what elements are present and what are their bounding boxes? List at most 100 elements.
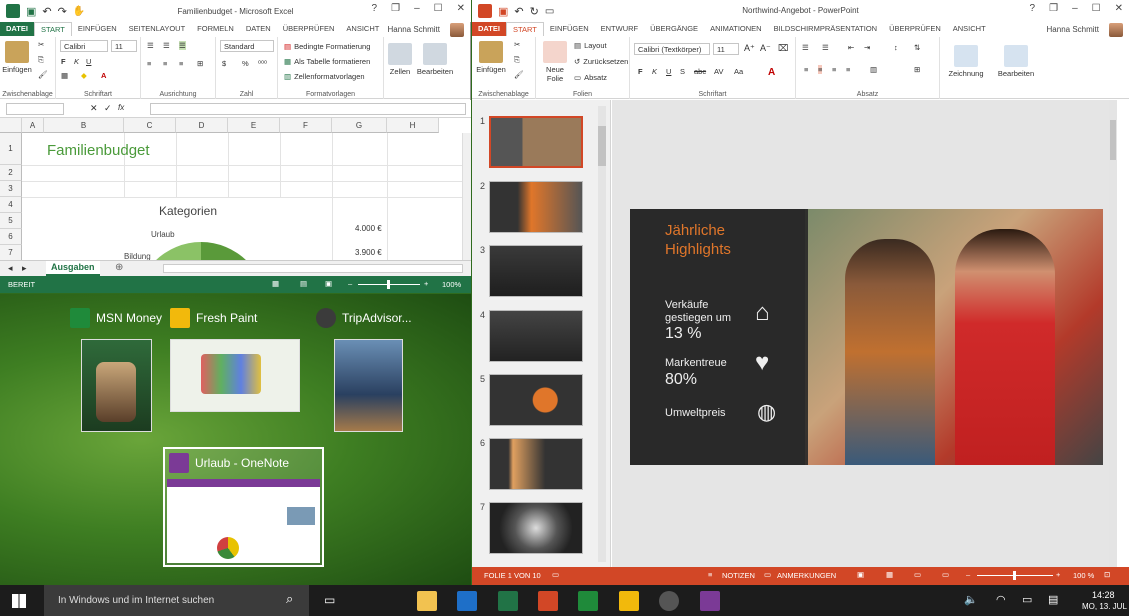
horizontal-scrollbar[interactable] [163,264,463,273]
drawing-button[interactable]: Zeichnung [944,45,988,78]
zoom-out-icon[interactable]: – [348,279,352,288]
format-as-table-button[interactable]: ▦ Als Tabelle formatieren [284,57,370,66]
save-icon[interactable]: ▣ [26,5,36,18]
save-icon[interactable]: ▣ [498,5,508,18]
slide-thumbnail-pane[interactable]: 1 2 3 4 5 6 7 [472,100,611,567]
fill-color-icon[interactable]: ◆ [81,71,87,80]
cut-icon[interactable]: ✂ [38,40,44,49]
number-format-select[interactable]: Standard [220,40,274,52]
zoom-level[interactable]: 100% [442,280,461,289]
page-break-icon[interactable]: ▣ [325,279,332,288]
row-header[interactable]: 6 [0,229,22,245]
grow-font-icon[interactable]: A⁺ [744,43,755,54]
task-view-icon[interactable]: ▭ [324,593,335,607]
app-label-tripadvisor[interactable]: TripAdvisor... [316,308,412,328]
align-top-icon[interactable]: ☰ [147,41,154,50]
tab-uebergaenge[interactable]: ÜBERGÄNGE [644,22,704,36]
columns-icon[interactable]: ▥ [870,65,877,74]
justify-icon[interactable]: ≡ [846,65,850,74]
row-header[interactable]: 1 [0,133,22,165]
font-color-icon[interactable]: A [101,71,106,80]
bold-icon[interactable]: F [61,57,66,66]
network-icon[interactable]: ◠ [996,593,1006,606]
help-button[interactable]: ? [1030,3,1036,14]
undo-icon[interactable]: ↶ [514,5,523,18]
file-explorer-icon[interactable] [417,591,437,611]
notifications-icon[interactable]: ▤ [1048,593,1058,606]
percent-icon[interactable]: % [242,59,249,68]
tab-seitenlayout[interactable]: SEITENLAYOUT [123,22,192,36]
comments-icon[interactable]: ▭ [764,570,771,579]
ribbon-display-button[interactable]: ❐ [391,3,400,14]
align-center-icon[interactable]: ≡ [818,65,823,74]
notes-button[interactable]: NOTIZEN [722,571,755,580]
avatar[interactable] [1109,23,1123,37]
current-slide[interactable]: Jährliche Highlights Verkäufe gestiegen … [630,209,1103,465]
copy-icon[interactable]: ⎘ [514,55,520,65]
row-header[interactable]: 4 [0,197,22,213]
tab-daten[interactable]: DATEN [240,22,277,36]
align-right-icon[interactable]: ≡ [179,59,183,68]
thumbnail-scrollbar[interactable] [598,106,606,562]
thousands-icon[interactable]: ⁰⁰⁰ [258,59,267,68]
help-button[interactable]: ? [372,3,378,14]
bold-icon[interactable]: F [638,67,643,76]
volume-icon[interactable]: 🔈 [964,593,978,606]
select-all-corner[interactable] [0,118,22,133]
minimize-button[interactable]: – [414,3,420,14]
window-thumbnail-msn-money[interactable] [81,339,152,432]
slide-stat-value[interactable]: 80% [665,371,697,389]
slide-stat-value[interactable]: 13 % [665,325,701,343]
spelling-icon[interactable]: ▭ [552,570,559,579]
font-name-select[interactable]: Calibri (Textkörper) [634,43,710,55]
tab-start[interactable]: START [505,22,544,36]
slide-stat-label[interactable]: Umweltpreis [665,407,726,419]
slide-thumbnail-1[interactable] [489,116,583,168]
column-header[interactable]: A [22,118,44,133]
tab-einfuegen[interactable]: EINFÜGEN [544,22,595,36]
app-label-fresh-paint[interactable]: Fresh Paint [170,308,257,328]
minimize-button[interactable]: – [1072,3,1078,14]
layout-button[interactable]: ▤ Layout [574,41,607,50]
close-button[interactable]: ✕ [457,3,465,14]
ribbon-display-button[interactable]: ❐ [1049,3,1058,14]
tab-ansicht[interactable]: ANSICHT [947,22,992,36]
close-button[interactable]: ✕ [1115,3,1123,14]
comments-button[interactable]: ANMERKUNGEN [777,571,836,580]
slideshow-icon[interactable]: ▭ [942,570,949,579]
slide-scrollbar[interactable] [1109,100,1117,567]
touch-mode-icon[interactable]: ✋ [73,6,85,17]
editing-button[interactable]: Bearbeiten [994,45,1038,78]
paste-button[interactable]: Einfügen [476,41,506,74]
align-middle-icon[interactable]: ☰ [163,41,170,50]
chart-area[interactable]: Kategorien Urlaub Bildung [44,198,332,260]
change-case-icon[interactable]: Aa [734,67,743,76]
editing-button[interactable]: Bearbeiten [416,43,454,76]
column-header[interactable]: C [124,118,176,133]
slide-heading[interactable]: Jährliche Highlights [665,221,775,259]
column-header[interactable]: H [387,118,439,133]
name-box[interactable] [6,103,64,115]
value-cell[interactable]: 3.900 € [355,248,382,257]
formula-input[interactable] [150,103,466,115]
start-presentation-icon[interactable]: ▭ [545,6,554,17]
scrollbar-thumb[interactable] [598,126,606,166]
normal-view-icon[interactable]: ▣ [857,570,864,579]
numbering-icon[interactable]: ☰ [822,43,829,52]
underline-icon[interactable]: U [86,57,91,66]
repeat-icon[interactable]: ↻ [530,5,539,18]
column-header[interactable]: G [332,118,387,133]
slide-thumbnail-7[interactable] [489,502,583,554]
user-name[interactable]: Hanna Schmitt [1041,23,1105,37]
currency-icon[interactable]: $ [222,59,226,68]
zoom-in-icon[interactable]: + [1056,570,1060,579]
row-header[interactable]: 3 [0,181,22,197]
tab-ansicht[interactable]: ANSICHT [340,22,385,36]
fit-slide-icon[interactable]: ⊡ [1104,570,1110,579]
notes-icon[interactable]: ≡ [708,570,712,579]
slide-thumbnail-5[interactable] [489,374,583,426]
column-header[interactable]: E [228,118,280,133]
slide-thumbnail-4[interactable] [489,310,583,362]
battery-icon[interactable]: ▭ [1022,593,1032,606]
italic-icon[interactable]: K [74,57,79,66]
